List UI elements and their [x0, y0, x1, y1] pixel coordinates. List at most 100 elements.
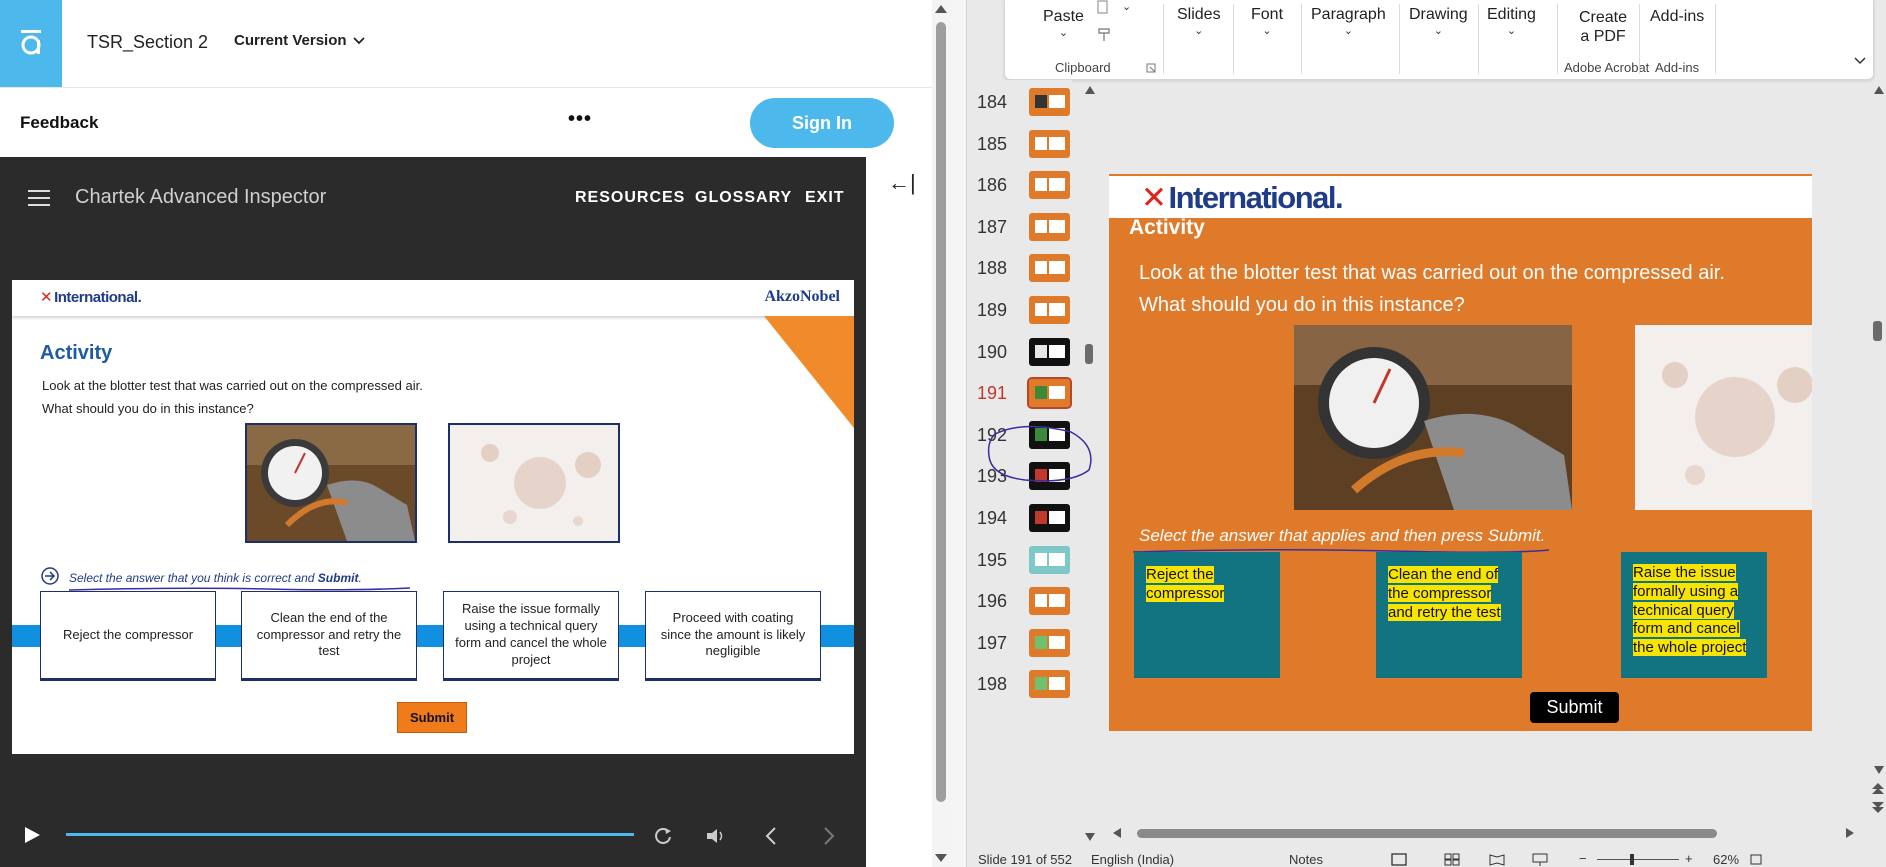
nav-glossary[interactable]: GLOSSARY: [695, 189, 792, 207]
editing-button[interactable]: Editing ⌄: [1487, 6, 1536, 37]
slide-submit-button[interactable]: Submit: [1530, 692, 1619, 723]
zoom-out-icon[interactable]: −: [1579, 851, 1587, 866]
scroll-up-icon[interactable]: [934, 4, 948, 14]
app-logo[interactable]: [0, 0, 62, 87]
chevron-down-icon: ⌄: [1343, 25, 1353, 37]
arrow-circle-icon: [41, 567, 59, 585]
progress-bar[interactable]: [66, 833, 634, 836]
slide-answer-option-1[interactable]: Reject the compressor: [1134, 552, 1280, 678]
dialog-launcher-icon[interactable]: [1146, 63, 1156, 73]
drawing-label: Drawing: [1409, 6, 1468, 23]
nav-resources[interactable]: RESOURCES: [575, 189, 685, 207]
ribbon-separator: [1399, 4, 1400, 74]
add-ins-button[interactable]: Add-ins: [1650, 8, 1704, 26]
more-options-button[interactable]: •••: [568, 108, 592, 131]
slide-number: 194: [977, 508, 1008, 528]
slide-thumbnail[interactable]: [1029, 212, 1070, 241]
nav-exit[interactable]: EXIT: [805, 189, 845, 207]
next-slide-icon[interactable]: [1871, 800, 1885, 814]
slide-counter[interactable]: Slide 191 of 552: [978, 852, 1072, 867]
notes-button[interactable]: Notes: [1289, 852, 1323, 867]
menu-icon[interactable]: [28, 190, 52, 208]
zoom-in-icon[interactable]: +: [1685, 851, 1693, 866]
scroll-up-icon[interactable]: [1873, 85, 1885, 95]
version-dropdown[interactable]: Current Version: [234, 32, 365, 49]
paragraph-button[interactable]: Paragraph ⌄: [1311, 6, 1386, 37]
window-edge-strip: [952, 0, 967, 867]
answer-option-4[interactable]: Proceed with coating since the amount is…: [645, 591, 821, 681]
zoom-slider-thumb[interactable]: [1630, 854, 1634, 865]
paste-button[interactable]: Paste ⌄: [1043, 8, 1084, 39]
slide-thumbnail[interactable]: [1029, 254, 1070, 283]
previous-slide-icon[interactable]: [1871, 782, 1885, 796]
answer-option-3[interactable]: Raise the issue formally using a technic…: [443, 591, 619, 681]
volume-icon[interactable]: [705, 826, 727, 846]
chevron-down-icon[interactable]: ⌄: [1122, 0, 1131, 13]
scroll-down-icon[interactable]: [934, 853, 948, 863]
reading-view-icon[interactable]: [1489, 853, 1505, 866]
language-indicator[interactable]: English (India): [1091, 852, 1174, 867]
zoom-level[interactable]: 62%: [1713, 852, 1739, 867]
slideshow-icon[interactable]: [1532, 853, 1548, 866]
collapse-panel-icon[interactable]: ←|: [888, 170, 916, 196]
slide-thumbnail[interactable]: [1029, 129, 1070, 158]
copy-icon[interactable]: [1095, 0, 1111, 16]
slide-thumbnail[interactable]: [1029, 628, 1070, 657]
blotter-test-image[interactable]: [1635, 325, 1812, 510]
next-icon[interactable]: [821, 826, 837, 846]
slide-answer-option-2[interactable]: Clean the end of the compressor and retr…: [1376, 552, 1522, 678]
horizontal-scroll-thumb[interactable]: [1137, 829, 1717, 838]
slide-answer-option-3[interactable]: Raise the issue formally using a technic…: [1621, 552, 1767, 678]
left-scrollbar-thumb[interactable]: [936, 22, 946, 802]
create-pdf-button[interactable]: Create a PDF: [1579, 8, 1627, 46]
international-logo: ✕International.: [1141, 180, 1344, 215]
slide-thumbnail[interactable]: [1029, 88, 1070, 116]
paragraph-label: Paragraph: [1311, 6, 1386, 23]
answer-text-2: Clean the end of the compressor and retr…: [1388, 566, 1501, 621]
font-button[interactable]: Font ⌄: [1251, 6, 1283, 37]
slide-thumbnail[interactable]: [1029, 670, 1070, 699]
slide-editor-canvas[interactable]: ✕International. Activity Look at the blo…: [1109, 174, 1812, 731]
pressure-gauge-image[interactable]: [1294, 325, 1572, 510]
slide-thumbnail[interactable]: [1029, 545, 1070, 574]
scroll-down-icon[interactable]: [1873, 765, 1885, 775]
slide-thumbnail[interactable]: [1029, 337, 1070, 366]
slide-number: 185: [977, 133, 1008, 154]
replay-icon[interactable]: [653, 826, 673, 846]
submit-button[interactable]: Submit: [397, 702, 467, 733]
slide-number: 186: [977, 175, 1008, 196]
drawing-button[interactable]: Drawing ⌄: [1409, 6, 1468, 37]
powerpoint-window: Paste ⌄ ⌄ Clipboard Slides ⌄ Font ⌄ Paragr…: [952, 0, 1886, 867]
slide-sorter-icon[interactable]: [1444, 853, 1460, 866]
slide-thumbnail[interactable]: [1029, 171, 1070, 200]
slide-thumbnail[interactable]: [1029, 504, 1070, 532]
editor-scroll-thumb[interactable]: [1873, 321, 1882, 341]
scroll-right-icon[interactable]: [1845, 827, 1855, 839]
normal-view-icon[interactable]: [1391, 853, 1407, 866]
play-icon[interactable]: [22, 825, 42, 845]
slide-thumbnail[interactable]: [1029, 296, 1070, 324]
thumb-scroll-down-icon[interactable]: [1084, 832, 1096, 842]
add-ins-group-label: Add-ins: [1655, 60, 1700, 75]
zoom-slider[interactable]: [1597, 859, 1679, 860]
feedback-link[interactable]: Feedback: [20, 113, 98, 133]
pressure-gauge-image[interactable]: [245, 423, 417, 543]
chevron-down-icon: ⌄: [1262, 25, 1272, 37]
previous-icon[interactable]: [763, 826, 779, 846]
blotter-test-image[interactable]: [448, 423, 620, 543]
answer-option-2[interactable]: Clean the end of the compressor and retr…: [241, 591, 417, 681]
ribbon: Paste ⌄ ⌄ Clipboard Slides ⌄ Font ⌄ Paragr…: [1004, 0, 1874, 80]
fit-to-window-icon[interactable]: [1749, 853, 1763, 866]
slide-thumbnail[interactable]: [1029, 587, 1070, 616]
slide-thumbnail[interactable]: [1027, 377, 1072, 410]
scroll-left-icon[interactable]: [1112, 827, 1122, 839]
thumb-scroll-up-icon[interactable]: [1084, 85, 1096, 95]
sign-in-button[interactable]: Sign In: [750, 98, 894, 148]
course-player: Chartek Advanced Inspector RESOURCES GLO…: [0, 157, 866, 867]
ribbon-collapse-chevron-icon[interactable]: [1853, 56, 1867, 66]
thumbnail-scroll-thumb[interactable]: [1085, 344, 1093, 364]
answer-option-1[interactable]: Reject the compressor: [40, 591, 216, 681]
format-painter-icon[interactable]: [1096, 26, 1114, 44]
clipboard-group-label: Clipboard: [1055, 60, 1111, 75]
slides-button[interactable]: Slides ⌄: [1177, 6, 1221, 37]
